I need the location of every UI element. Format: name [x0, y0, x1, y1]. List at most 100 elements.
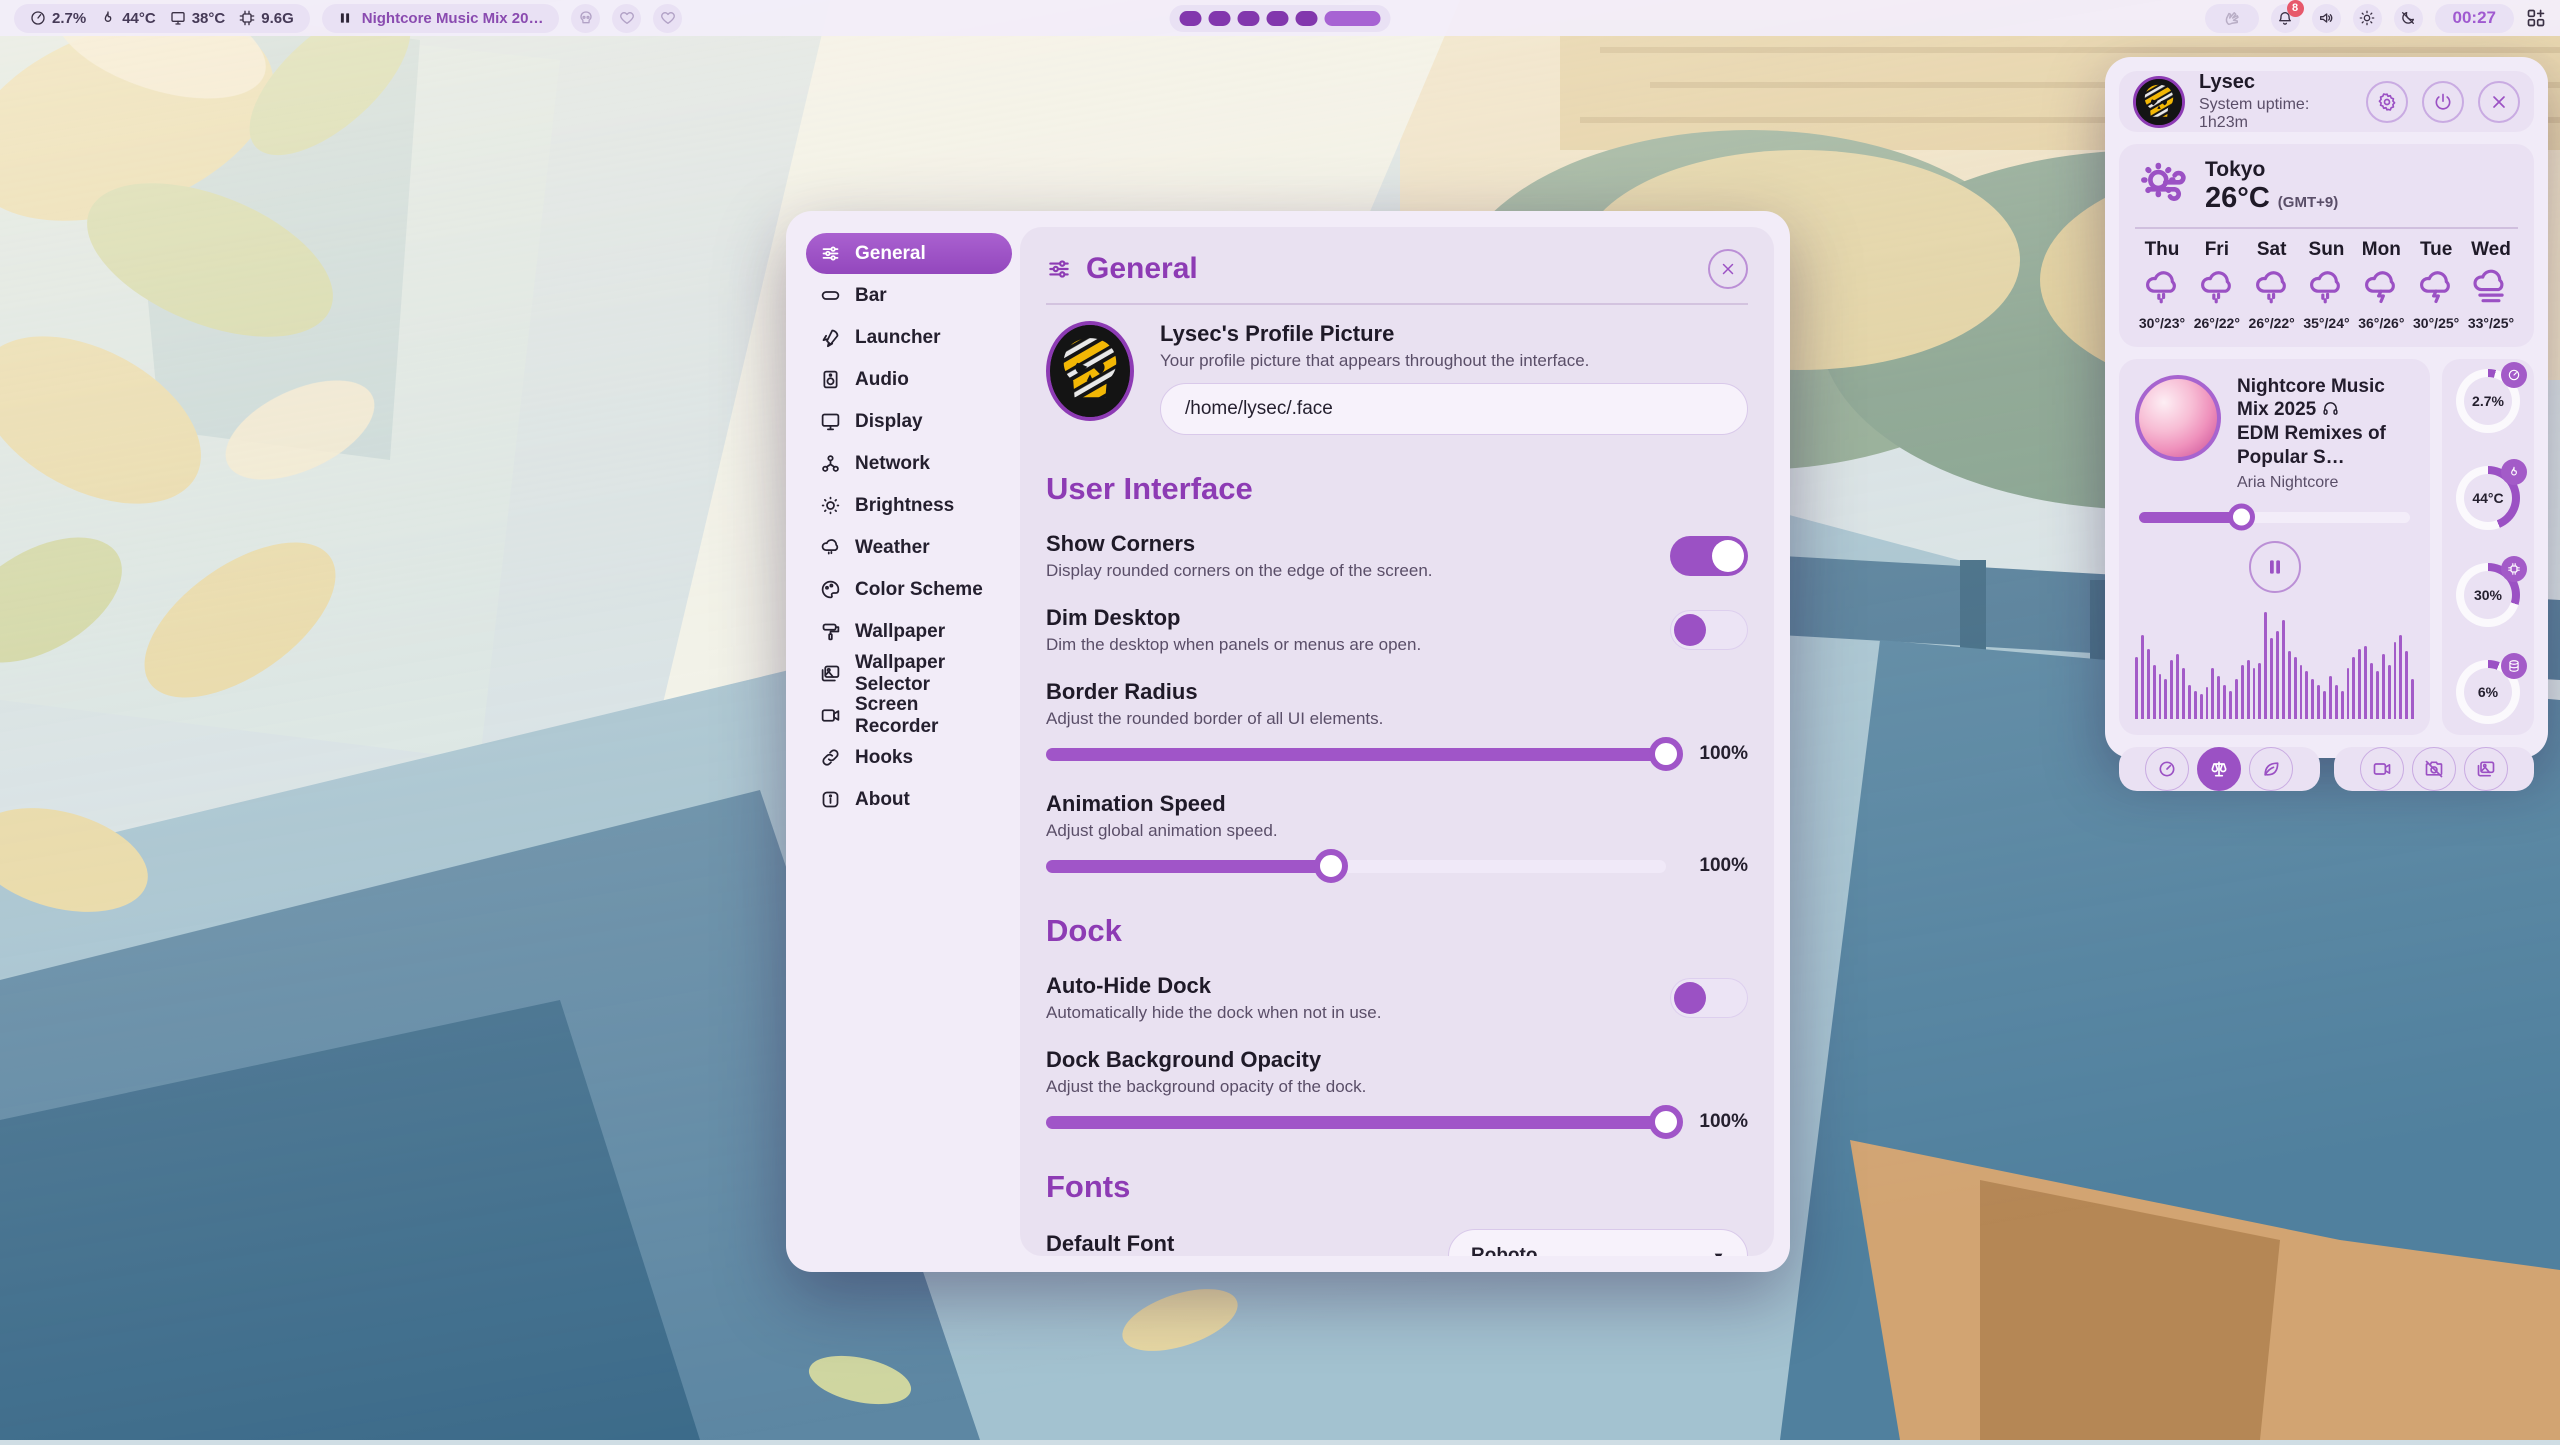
sidebar-item-general[interactable]: General — [806, 233, 1012, 274]
animation-speed-slider[interactable] — [1046, 860, 1666, 873]
workspace-switcher[interactable] — [1170, 5, 1391, 32]
pause-button[interactable] — [2249, 541, 2301, 593]
heart-button-1[interactable] — [612, 4, 641, 33]
settings-button[interactable] — [2366, 81, 2408, 123]
night-light-button[interactable] — [2394, 4, 2423, 33]
sidebar-label: Brightness — [855, 495, 954, 517]
gpu-temp-value: 38°C — [192, 10, 226, 27]
settings-sidebar: General Bar Launcher Audio Display Netwo… — [802, 227, 1020, 1256]
tray-icon — [2223, 9, 2241, 27]
dock-opacity-group: Dock Background Opacity Adjust the backg… — [1046, 1047, 1748, 1133]
forecast-day-label: Mon — [2362, 239, 2401, 261]
slider-knob[interactable] — [1649, 1105, 1683, 1139]
system-stats-column: 2.7% 44°C 30% 6% — [2442, 359, 2534, 735]
volume-icon — [2318, 10, 2334, 26]
sidebar-item-brightness[interactable]: Brightness — [806, 485, 1012, 526]
workspace-dot[interactable] — [1296, 11, 1318, 26]
profile-path-input[interactable] — [1160, 383, 1748, 435]
media-progress-slider[interactable] — [2139, 512, 2410, 523]
settings-main-panel: General — [1020, 227, 1774, 1256]
sidebar-item-screen-recorder[interactable]: Screen Recorder — [806, 695, 1012, 736]
slider-fill — [1046, 748, 1666, 761]
pause-icon — [338, 11, 352, 25]
forecast-day-label: Fri — [2205, 239, 2229, 261]
profile-picture[interactable] — [1046, 321, 1134, 421]
sidebar-item-bar[interactable]: Bar — [806, 275, 1012, 316]
slider-knob[interactable] — [1649, 737, 1683, 771]
cpu-temp-stat: 44°C — [100, 10, 156, 27]
pause-icon — [2265, 557, 2285, 577]
dock-opacity-slider[interactable] — [1046, 1116, 1666, 1129]
sidebar-item-network[interactable]: Network — [806, 443, 1012, 484]
palette-icon — [820, 579, 841, 600]
toggle-knob — [1674, 614, 1706, 646]
camera-off-button[interactable] — [2412, 747, 2456, 791]
powersave-mode-button[interactable] — [2249, 747, 2293, 791]
default-font-dropdown[interactable]: Roboto ▼ — [1448, 1229, 1748, 1256]
sidebar-label: Display — [855, 411, 923, 433]
performance-mode-button[interactable] — [2145, 747, 2189, 791]
show-corners-toggle[interactable] — [1670, 536, 1748, 576]
default-font-value: Roboto — [1471, 1245, 1537, 1256]
tray-pill[interactable] — [2205, 4, 2259, 33]
heart-button-2[interactable] — [653, 4, 682, 33]
workspace-dot[interactable] — [1267, 11, 1289, 26]
close-button[interactable] — [1708, 249, 1748, 289]
slider-fill — [1046, 1116, 1666, 1129]
cloud-drizzle-icon — [820, 537, 841, 558]
dim-desktop-toggle[interactable] — [1670, 610, 1748, 650]
gallery-icon — [820, 663, 841, 684]
forecast-day-label: Sun — [2309, 239, 2345, 261]
balanced-mode-button[interactable] — [2197, 747, 2241, 791]
workspace-dot[interactable] — [1209, 11, 1231, 26]
slider-knob[interactable] — [2228, 504, 2255, 531]
sidebar-item-display[interactable]: Display — [806, 401, 1012, 442]
notifications-button[interactable]: 8 — [2271, 4, 2300, 33]
animation-speed-label: Animation Speed — [1046, 791, 1748, 817]
clock[interactable]: 00:27 — [2435, 4, 2514, 33]
control-panel: Lysec System uptime: 1h23m Tokyo 26°C (G… — [2105, 57, 2548, 758]
sidebar-item-weather[interactable]: Weather — [806, 527, 1012, 568]
media-pill[interactable]: Nightcore Music Mix 20… — [322, 4, 560, 33]
workspace-dot[interactable] — [1238, 11, 1260, 26]
sidebar-item-launcher[interactable]: Launcher — [806, 317, 1012, 358]
track-artist: Aria Nightcore — [2237, 474, 2414, 492]
sidebar-item-wallpaper-selector[interactable]: Wallpaper Selector — [806, 653, 1012, 694]
dock-opacity-description: Adjust the background opacity of the doc… — [1046, 1077, 1748, 1097]
auto-hide-dock-label: Auto-Hide Dock — [1046, 973, 1381, 999]
slider-fill — [2139, 512, 2242, 523]
slider-knob[interactable] — [1314, 849, 1348, 883]
wallpaper-gallery-button[interactable] — [2464, 747, 2508, 791]
flame-icon — [2501, 459, 2527, 485]
forecast-day-label: Sat — [2257, 239, 2287, 261]
sidebar-item-color-scheme[interactable]: Color Scheme — [806, 569, 1012, 610]
scales-icon — [2209, 759, 2229, 779]
workspace-active[interactable] — [1325, 11, 1381, 26]
overview-button[interactable] — [2526, 8, 2546, 28]
skull-button[interactable] — [571, 4, 600, 33]
dock-opacity-label: Dock Background Opacity — [1046, 1047, 1748, 1073]
media-player-card: Nightcore Music Mix 2025 EDM Remixes of … — [2119, 359, 2430, 735]
paint-roller-icon — [820, 621, 841, 642]
show-corners-label: Show Corners — [1046, 531, 1433, 557]
power-button[interactable] — [2422, 81, 2464, 123]
forecast-temps: 36°/26° — [2358, 315, 2404, 331]
sidebar-item-about[interactable]: About — [806, 779, 1012, 820]
volume-button[interactable] — [2312, 4, 2341, 33]
auto-hide-dock-row: Auto-Hide Dock Automatically hide the do… — [1046, 973, 1748, 1023]
notification-badge: 8 — [2287, 0, 2304, 17]
sidebar-item-hooks[interactable]: Hooks — [806, 737, 1012, 778]
sidebar-item-audio[interactable]: Audio — [806, 359, 1012, 400]
forecast-day-label: Tue — [2420, 239, 2452, 261]
panel-close-button[interactable] — [2478, 81, 2520, 123]
border-radius-slider[interactable] — [1046, 748, 1666, 761]
forecast-temps: 26°/22° — [2249, 315, 2295, 331]
sidebar-item-wallpaper[interactable]: Wallpaper — [806, 611, 1012, 652]
cpu-temp-value: 44°C — [122, 10, 156, 27]
forecast-day: Tue 30°/25° — [2409, 239, 2463, 331]
auto-hide-dock-toggle[interactable] — [1670, 978, 1748, 1018]
brightness-button[interactable] — [2353, 4, 2382, 33]
workspace-dot[interactable] — [1180, 11, 1202, 26]
screen-record-button[interactable] — [2360, 747, 2404, 791]
cloud-drizzle-icon — [2307, 269, 2345, 307]
